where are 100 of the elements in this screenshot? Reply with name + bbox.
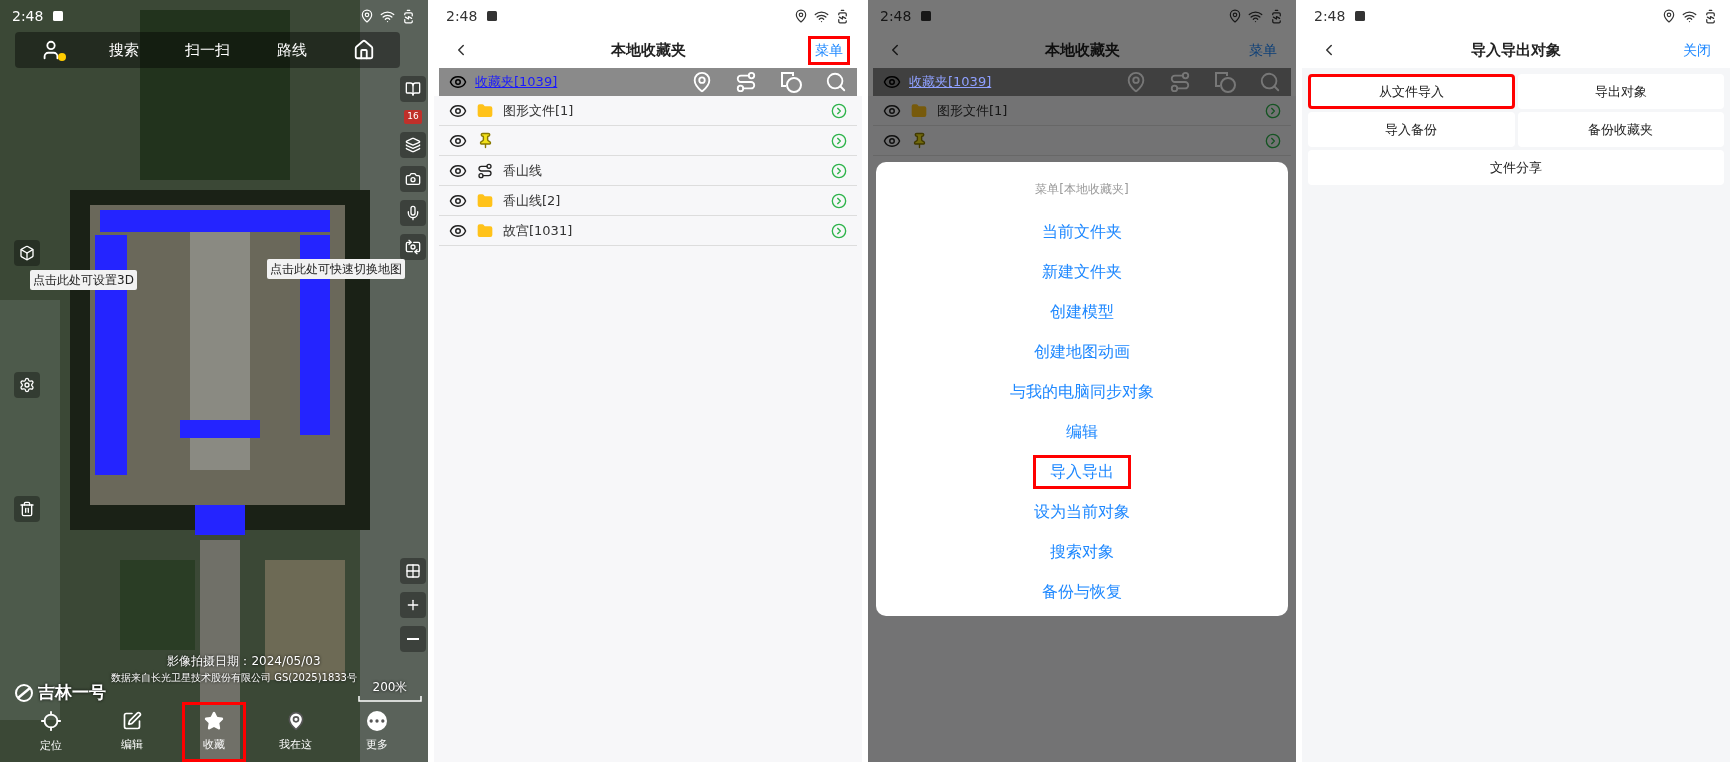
book-icon [405,81,421,97]
battery-icon [1269,8,1284,24]
favorite-row[interactable]: 香山线[2] [439,186,857,216]
menu-item[interactable]: 新建文件夹 [1025,255,1139,289]
location-icon [1228,9,1242,23]
plus-icon [405,597,421,613]
top-tab[interactable]: 搜索 [108,38,139,62]
status-time: 2:48 [880,6,912,26]
zoom-badge: 16 [404,110,422,124]
action-button[interactable]: 备份收藏夹 [1517,112,1724,147]
scale-bar-icon [358,696,422,702]
zoom-in-button[interactable] [400,592,426,618]
notification-icon [53,11,64,21]
battery-icon [835,8,850,24]
menu-item[interactable]: 编辑 [1049,415,1115,449]
screen-title: 本地收藏夹 [610,39,686,61]
header-action-button[interactable]: 关闭 [1676,35,1718,65]
open-icon[interactable] [831,222,847,239]
grid-icon [405,563,421,579]
status-time: 2:48 [12,6,44,26]
bottom-nav-item[interactable]: 定位 [18,702,83,762]
screen-title: 本地收藏夹 [1044,39,1120,61]
wifi-icon [1682,8,1697,24]
tooltip: 点击此处可设置3D [30,270,137,290]
camera-button[interactable] [400,165,426,192]
header-action-button[interactable]: 菜单 [808,35,850,65]
shape-icon[interactable] [779,70,803,94]
folder-link[interactable]: 收藏夹[1039] [909,72,992,92]
menu-item[interactable]: 导入导出 [1033,455,1131,489]
home-button[interactable] [353,39,375,61]
menu-item[interactable]: 创建模型 [1033,295,1131,329]
layers-button[interactable] [400,131,426,158]
home-icon [353,39,375,61]
folder-icon [477,192,493,209]
wifi-icon [814,8,829,24]
pushpin-icon [477,132,494,149]
pushpin-icon [911,132,928,149]
item-label: 图形文件[1] [503,101,574,120]
layers-icon [405,136,421,153]
status-time: 2:48 [1314,6,1346,26]
bottom-nav-item[interactable]: 我在这 [263,702,328,762]
menu-item[interactable]: 与我的电脑同步对象 [993,375,1171,409]
folder-icon [477,102,493,119]
folder-icon [477,222,493,239]
settings-button[interactable] [14,372,40,398]
search-icon[interactable] [825,71,847,93]
scale-label: 200米 [372,679,408,696]
action-button[interactable]: 导入备份 [1308,112,1515,147]
menu-title: 菜单[本地收藏夹] [1035,181,1129,198]
top-tab[interactable]: 扫一扫 [185,38,230,62]
bottom-nav-item[interactable]: 编辑 [100,702,165,762]
settings-icon [19,377,35,393]
action-button[interactable]: 文件分享 [1308,150,1724,185]
zoom-out-button[interactable] [400,626,426,652]
bottom-nav-item[interactable]: 更多 [345,702,410,762]
menu-item[interactable]: 备份与恢复 [1025,575,1139,609]
book-button[interactable] [400,76,426,102]
item-label: 香山线 [503,161,542,180]
star-icon [204,710,224,731]
grid-button[interactable] [400,558,426,584]
menu-item[interactable]: 当前文件夹 [1025,215,1139,249]
screen-title: 导入导出对象 [1471,39,1561,61]
action-button[interactable]: 导出对象 [1517,74,1724,109]
minus-icon [407,638,419,640]
battery-icon [401,8,416,24]
menu-item[interactable]: 设为当前对象 [1017,495,1147,529]
route-icon [477,162,493,179]
notification-icon [487,11,498,21]
add-pin-icon[interactable] [691,71,713,93]
open-icon[interactable] [831,192,847,209]
battery-icon [1703,8,1718,24]
location-icon [1662,9,1676,23]
location-icon [360,9,374,23]
open-icon[interactable] [831,132,847,149]
bottom-nav-item[interactable]: 收藏 [182,702,246,762]
brand-label: 吉林一号 [38,681,106,704]
menu-item[interactable]: 创建地图动画 [1017,335,1147,369]
open-icon[interactable] [831,162,847,179]
menu-item[interactable]: 搜索对象 [1033,535,1131,569]
location-icon [794,9,808,23]
delete-button[interactable] [14,496,40,522]
trash-icon [19,501,35,517]
favorite-row[interactable]: 图形文件[1] [439,96,857,126]
favorite-row[interactable]: 故宫[1031] [439,216,857,246]
camera-icon [405,170,421,187]
screen-rotate-button[interactable] [400,233,426,260]
locate-icon [39,709,62,732]
route-icon[interactable] [735,71,757,93]
logo-icon [14,682,34,703]
item-label: 图形文件[1] [937,101,1008,120]
microphone-icon [405,204,421,221]
eye-icon[interactable] [449,73,467,91]
favorite-row[interactable]: 香山线 [439,156,857,186]
microphone-button[interactable] [400,199,426,226]
notification-icon [921,11,932,21]
top-tab[interactable]: 路线 [276,38,307,62]
item-label: 香山线[2] [503,191,561,210]
open-icon[interactable] [831,102,847,119]
3d-button[interactable] [14,240,40,266]
action-button[interactable]: 从文件导入 [1308,74,1515,109]
